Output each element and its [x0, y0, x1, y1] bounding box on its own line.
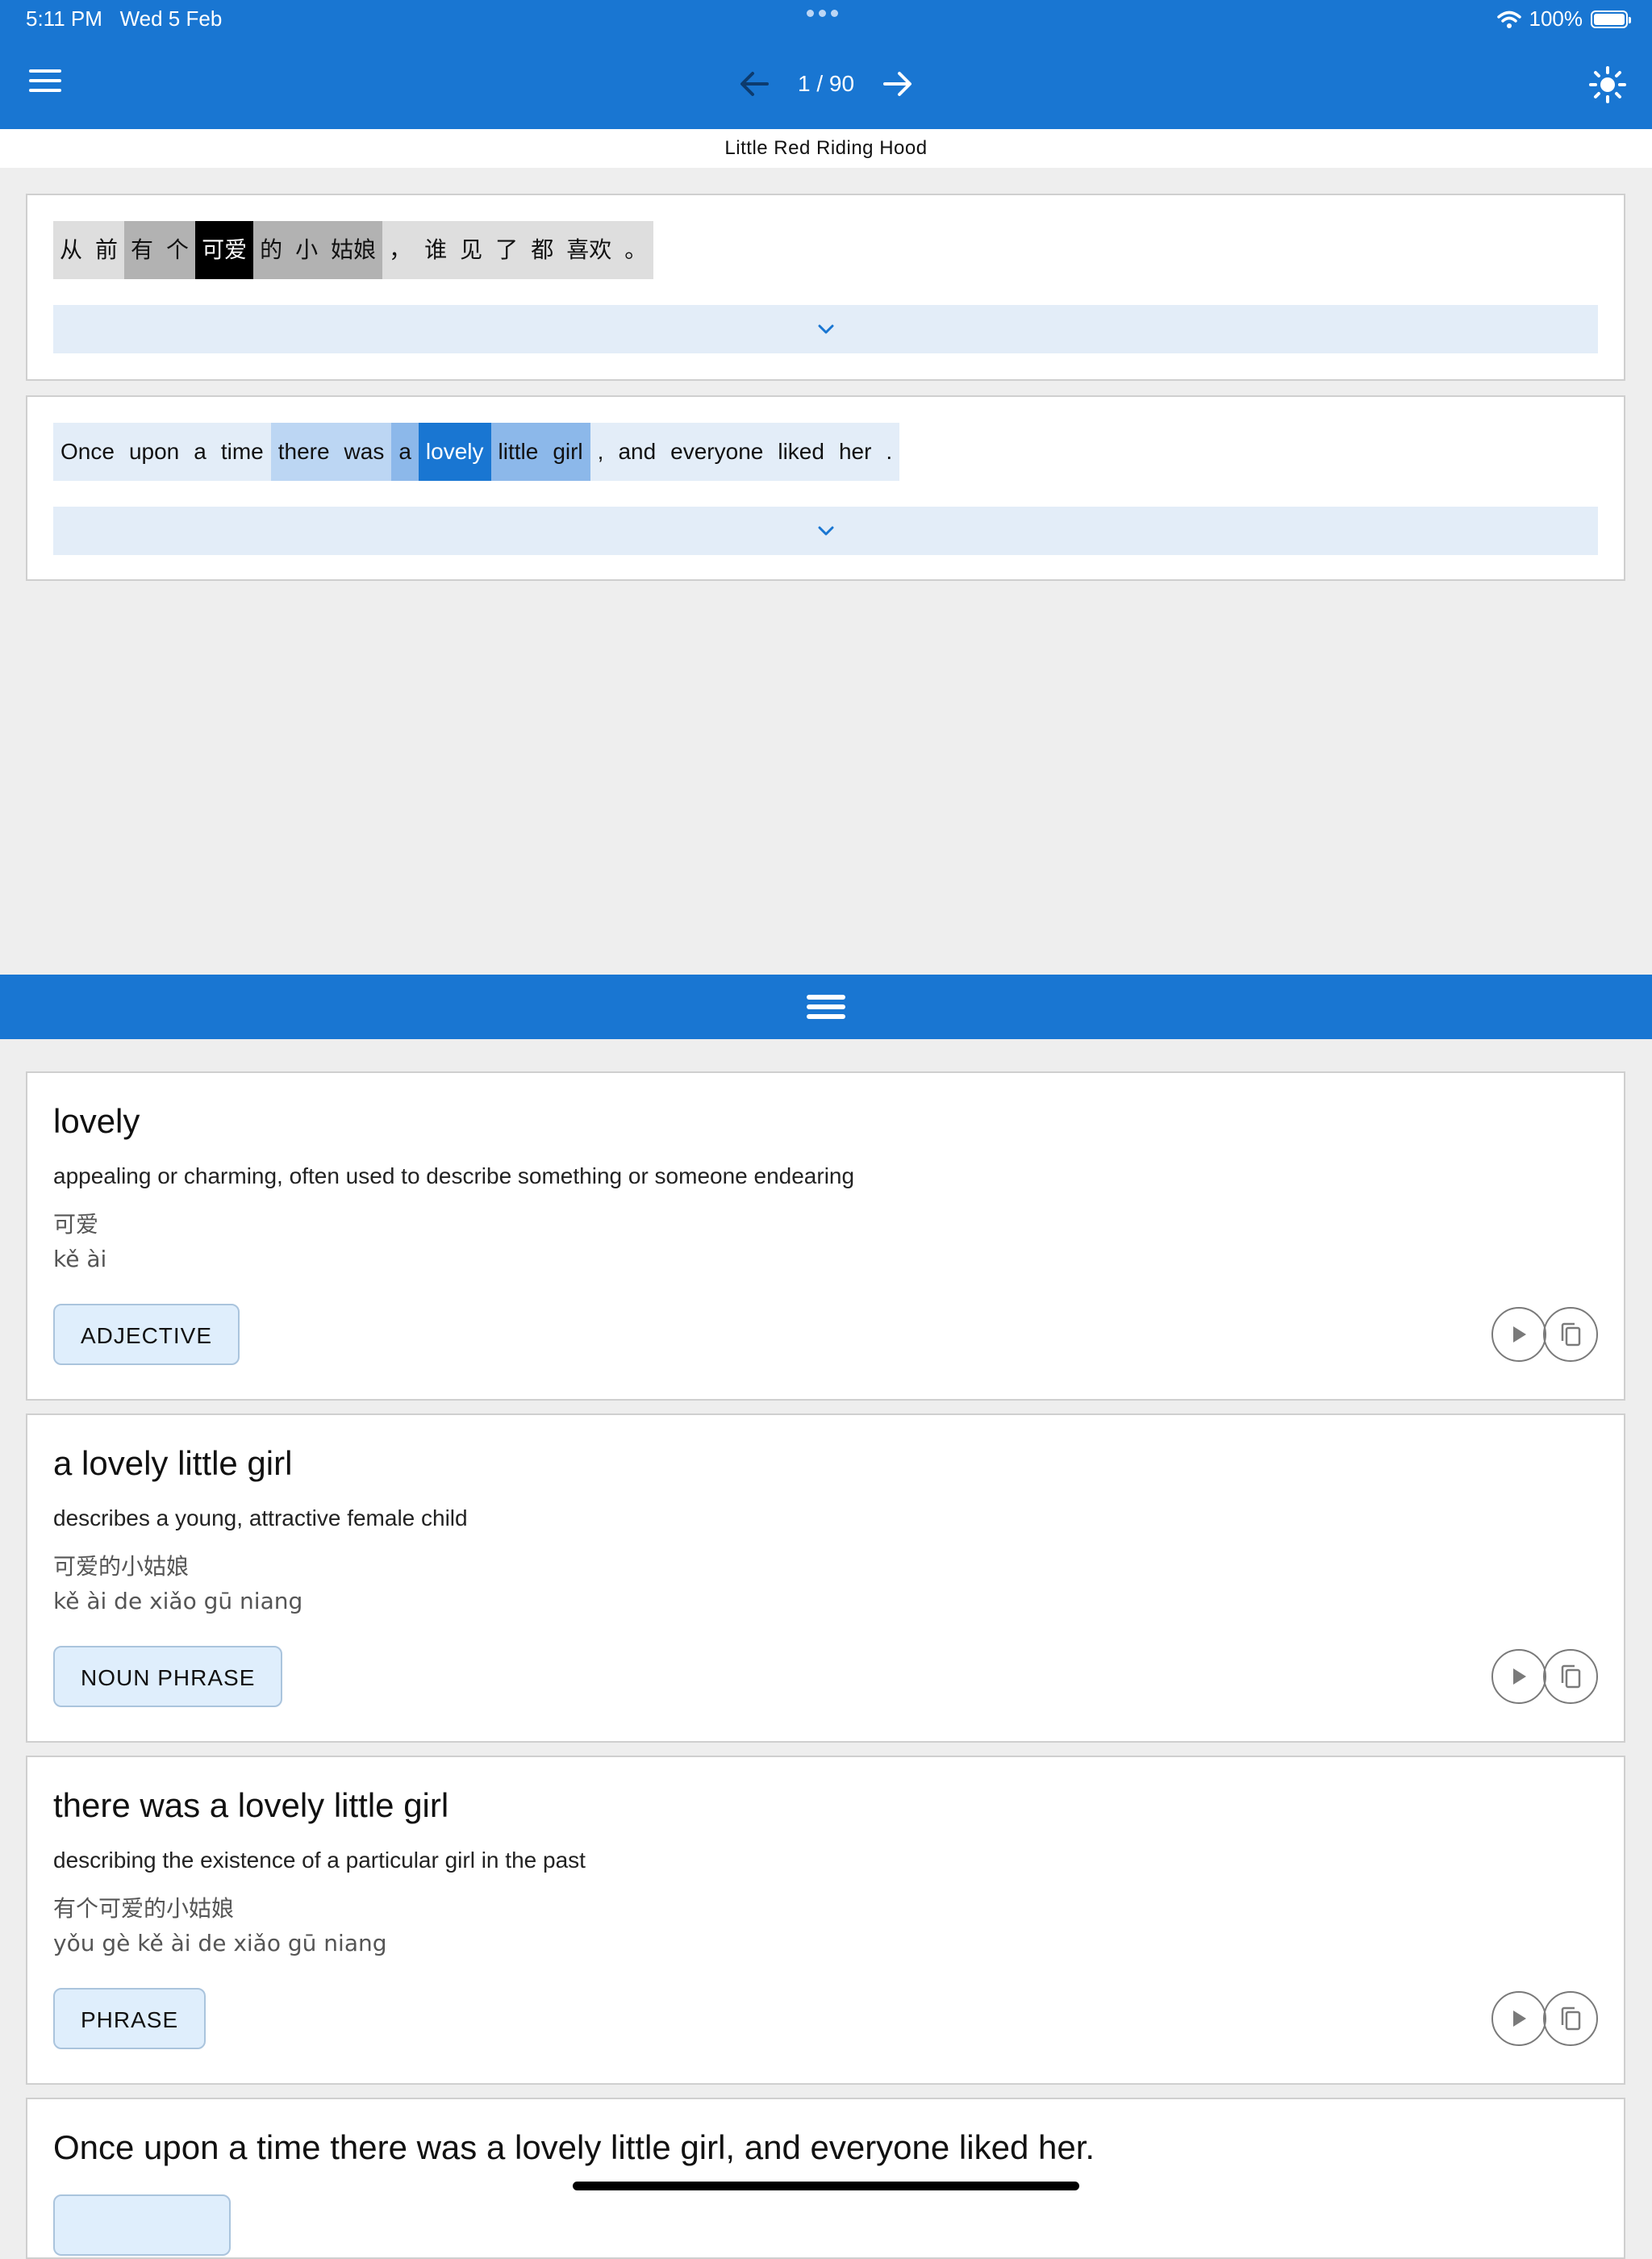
- definition-headword: a lovely little girl: [53, 1444, 293, 1482]
- definition-card: lovely appealing or charming, often used…: [26, 1071, 1625, 1401]
- arrow-right-icon: [883, 72, 912, 96]
- play-icon: [1513, 1668, 1526, 1685]
- status-date: Wed 5 Feb: [119, 6, 223, 31]
- chevron-down-icon: [818, 526, 833, 536]
- chinese-token[interactable]: 。: [618, 221, 654, 279]
- page-indicator: 1 / 90: [797, 71, 855, 96]
- english-token[interactable]: everyone: [663, 423, 771, 481]
- definition-pinyin: kě ài de xiǎo gū niang: [53, 1588, 303, 1614]
- english-token[interactable]: ,: [590, 423, 611, 481]
- multitasking-dots-icon[interactable]: [807, 10, 838, 17]
- definition-headword: there was a lovely little girl: [53, 1786, 449, 1824]
- copy-button[interactable]: [1543, 1307, 1598, 1362]
- definition-description: describing the existence of a particular…: [53, 1848, 586, 1873]
- drag-handle-icon: [807, 990, 845, 1024]
- chinese-token[interactable]: 的: [253, 221, 290, 279]
- definition-pinyin: yǒu gè kě ài de xiǎo gū niang: [53, 1930, 387, 1956]
- copy-button[interactable]: [1543, 1991, 1598, 2046]
- page-navigation: 1 / 90: [0, 61, 1652, 106]
- story-title: Little Red Riding Hood: [0, 129, 1652, 168]
- chinese-token[interactable]: 见: [453, 221, 490, 279]
- panel-divider-handle[interactable]: [0, 975, 1652, 1039]
- theme-toggle-button[interactable]: [1587, 65, 1628, 105]
- chinese-token[interactable]: 有: [124, 221, 161, 279]
- definition-card: a lovely little girl describes a young, …: [26, 1413, 1625, 1743]
- previous-page-button[interactable]: [733, 63, 775, 105]
- definition-description: appealing or charming, often used to des…: [53, 1163, 855, 1188]
- play-icon: [1513, 2011, 1526, 2027]
- english-token[interactable]: girl: [545, 423, 590, 481]
- chinese-sentence-card: 从前有个可爱的小姑娘，谁见了都喜欢。: [26, 194, 1625, 381]
- app-bar: 5:11 PM Wed 5 Feb 100% 1 / 90: [0, 0, 1652, 129]
- english-token[interactable]: her: [831, 423, 879, 481]
- play-audio-button[interactable]: [1491, 1649, 1546, 1704]
- english-token[interactable]: a: [391, 423, 419, 481]
- next-page-button[interactable]: [877, 63, 919, 105]
- definition-chinese: 有个可爱的小姑娘: [53, 1895, 235, 1922]
- chinese-token[interactable]: 喜欢: [560, 221, 619, 279]
- definition-headword: Once upon a time there was a lovely litt…: [53, 2128, 1095, 2166]
- status-time: 5:11 PM Wed 5 Feb: [26, 6, 222, 31]
- play-audio-button[interactable]: [1491, 1991, 1546, 2046]
- play-audio-button[interactable]: [1491, 1307, 1546, 1362]
- english-token[interactable]: Once: [53, 423, 122, 481]
- english-token[interactable]: there: [270, 423, 337, 481]
- chinese-token[interactable]: 可爱: [195, 221, 254, 279]
- english-token-row: Once upon a time there was a lovely little girl, a…: [53, 423, 900, 481]
- battery-icon: [1591, 10, 1631, 28]
- english-token[interactable]: and: [611, 423, 664, 481]
- chevron-down-icon: [818, 324, 833, 334]
- definition-card: Once upon a time there was a lovely litt…: [26, 2098, 1625, 2259]
- english-token[interactable]: little: [490, 423, 546, 481]
- chinese-token[interactable]: 谁: [418, 221, 454, 279]
- part-of-speech-chip[interactable]: PHRASE: [53, 1988, 206, 2049]
- english-token[interactable]: upon: [121, 423, 187, 481]
- definition-chinese: 可爱的小姑娘: [53, 1553, 190, 1580]
- english-token[interactable]: liked: [770, 423, 832, 481]
- wifi-icon: [1496, 10, 1521, 28]
- copy-icon: [1561, 1322, 1581, 1347]
- english-token[interactable]: lovely: [418, 423, 491, 481]
- chinese-token[interactable]: 从: [53, 221, 90, 279]
- expand-chinese-button[interactable]: [53, 305, 1598, 353]
- home-indicator[interactable]: [573, 2182, 1079, 2190]
- chinese-token[interactable]: 都: [524, 221, 561, 279]
- chinese-token[interactable]: 个: [160, 221, 196, 279]
- definition-description: describes a young, attractive female chi…: [53, 1505, 468, 1530]
- battery-percent: 100%: [1529, 6, 1583, 31]
- chinese-token[interactable]: 小: [289, 221, 325, 279]
- part-of-speech-chip[interactable]: ADJECTIVE: [53, 1304, 240, 1365]
- arrow-left-icon: [740, 72, 769, 96]
- copy-button[interactable]: [1543, 1649, 1598, 1704]
- status-clock: 5:11 PM: [26, 6, 102, 31]
- expand-english-button[interactable]: [53, 507, 1598, 555]
- chinese-token-row: 从前有个可爱的小姑娘，谁见了都喜欢。: [53, 221, 654, 279]
- chinese-token[interactable]: 姑娘: [324, 221, 383, 279]
- sun-icon: [1589, 66, 1626, 103]
- definition-chinese: 可爱: [53, 1211, 99, 1238]
- part-of-speech-chip[interactable]: [53, 2194, 231, 2256]
- english-token[interactable]: was: [336, 423, 392, 481]
- english-token[interactable]: a: [186, 423, 214, 481]
- definition-headword: lovely: [53, 1102, 140, 1140]
- english-sentence-card: Once upon a time there was a lovely little girl, a…: [26, 395, 1625, 581]
- chinese-token[interactable]: 了: [489, 221, 525, 279]
- copy-icon: [1561, 1664, 1581, 1689]
- play-icon: [1513, 1326, 1526, 1342]
- chinese-token[interactable]: 前: [89, 221, 125, 279]
- part-of-speech-chip[interactable]: NOUN PHRASE: [53, 1646, 283, 1707]
- english-token[interactable]: .: [878, 423, 900, 481]
- chinese-token[interactable]: ，: [382, 221, 419, 279]
- status-indicators: 100%: [1496, 6, 1631, 31]
- english-token[interactable]: time: [213, 423, 271, 481]
- copy-icon: [1561, 2006, 1581, 2031]
- definition-card: there was a lovely little girl describin…: [26, 1756, 1625, 2085]
- definition-pinyin: kě ài: [53, 1246, 107, 1272]
